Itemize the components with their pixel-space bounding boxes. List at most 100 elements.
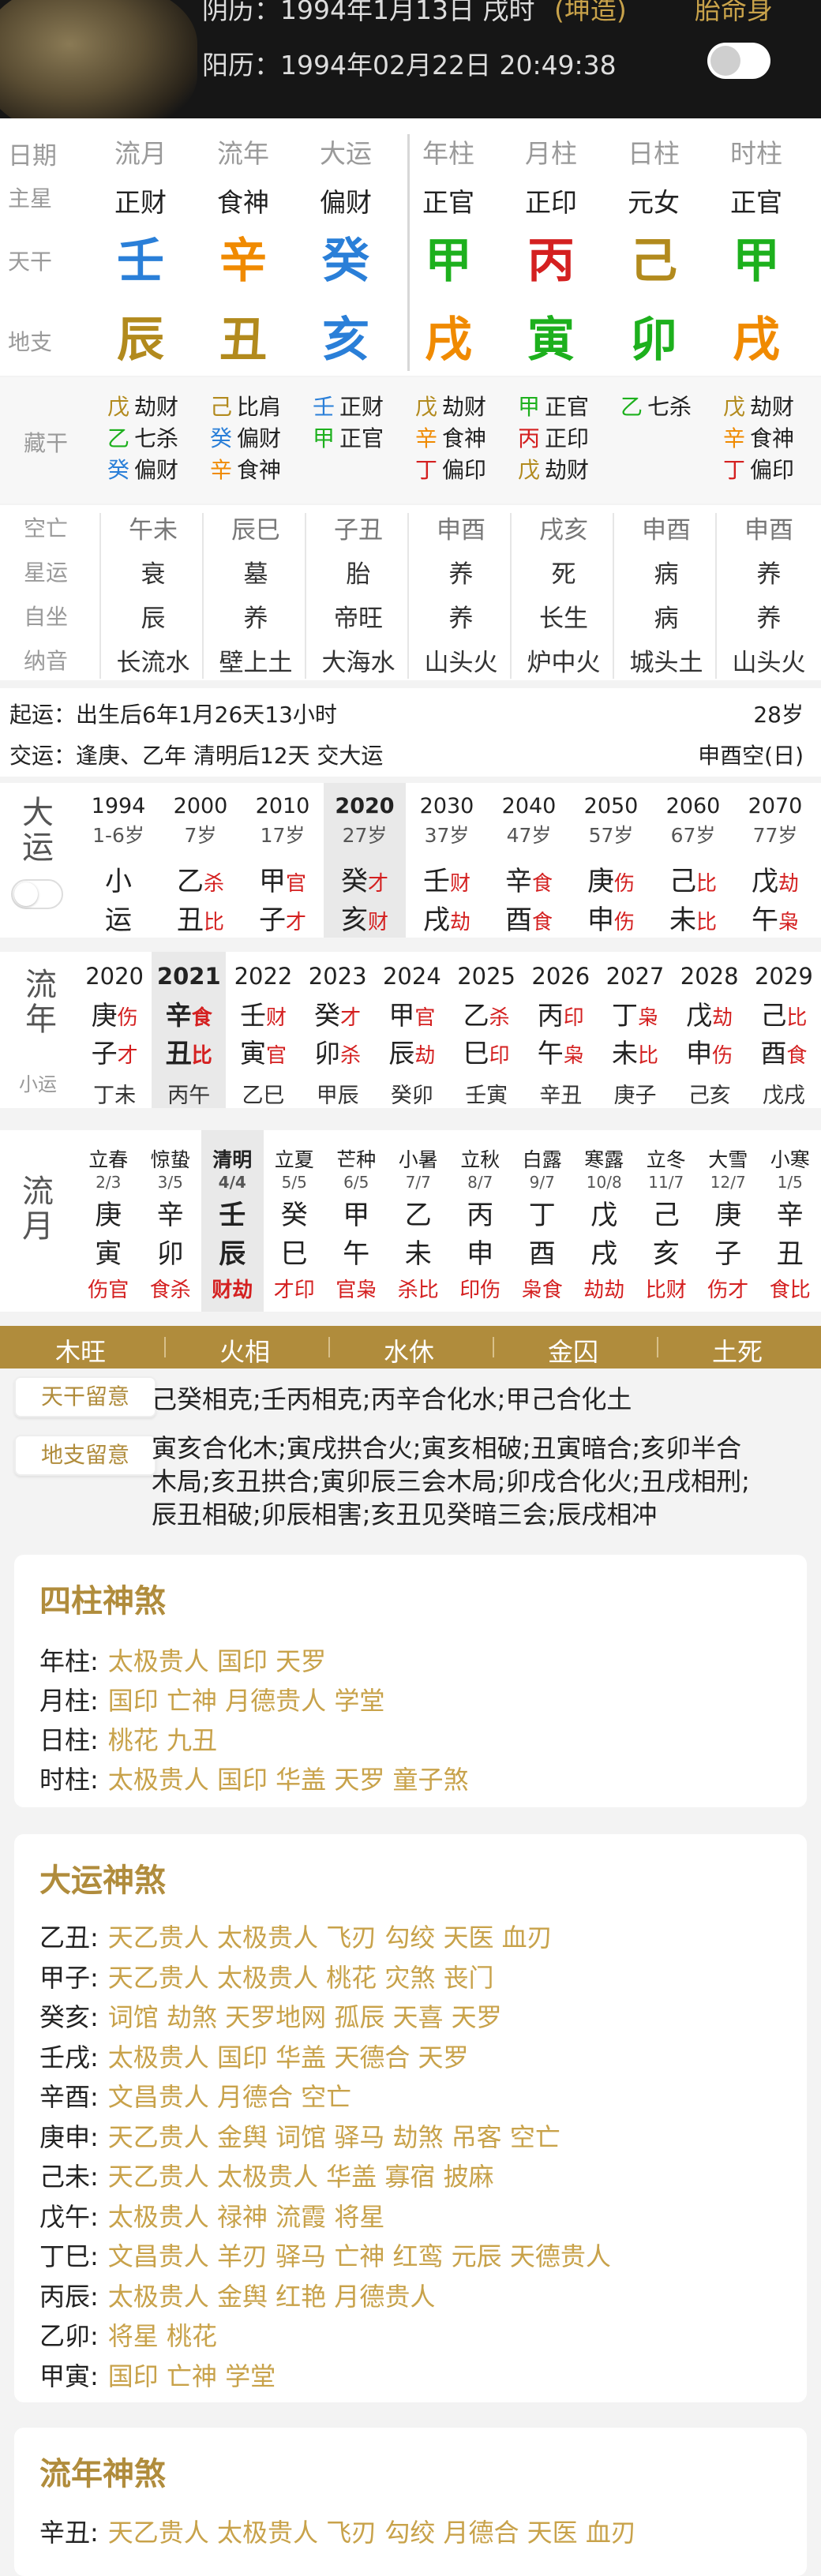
- liunian-column[interactable]: 2023 癸才 卯杀 甲辰: [301, 952, 375, 1108]
- liuyue-gan: 壬: [219, 1200, 246, 1231]
- liunian-column[interactable]: 2024 甲官 辰劫 癸卯: [375, 952, 449, 1108]
- canggan-item: 壬正财: [313, 390, 384, 421]
- dayun-column[interactable]: 2050 57岁 庚伤 申伤: [570, 783, 652, 938]
- liunian-shensha-card: 流年神煞 辛丑: 天乙贵人 太极贵人 飞刃 勾绞 月德合 天医 血刃: [14, 2428, 807, 2576]
- liuyue-jieqi: 白露: [522, 1148, 562, 1171]
- dayun-column[interactable]: 2000 7岁 乙杀 丑比: [159, 783, 242, 938]
- dayun-zhi: 子: [258, 904, 286, 936]
- dayun-year: 2030: [419, 794, 474, 818]
- pillar-zhuxing: 正官: [422, 187, 474, 218]
- dayun-zhi: 丑: [176, 904, 204, 936]
- liunian-zhi: 卯: [314, 1038, 341, 1069]
- liunian-column[interactable]: 2029 己比 酉食 戊戌: [747, 952, 821, 1108]
- dayun-gan: 癸: [340, 866, 368, 897]
- shensha-value: 文昌贵人 月德合 空亡: [107, 2082, 352, 2112]
- liuyue-zhi: 寅: [95, 1238, 122, 1270]
- shensha-row: 时柱: 太极贵人 国印 华盖 天罗 童子煞: [39, 1760, 469, 1796]
- header-toggle[interactable]: [707, 43, 770, 79]
- liuyue-shishen: 印伤: [459, 1279, 501, 1302]
- header-right-tag: 胎命身: [695, 0, 773, 25]
- canggan-gan: 丁: [415, 457, 438, 483]
- dayun-column[interactable]: 2060 67岁 己比 未比: [652, 783, 734, 938]
- liunian-column[interactable]: 2020 庚伤 子才 丁未: [77, 952, 152, 1108]
- liunian-column[interactable]: 2026 丙印 午枭 辛丑: [523, 952, 598, 1108]
- misc-divider: [407, 513, 409, 679]
- liuyue-column[interactable]: 立春 2/3 庚寅伤官: [77, 1130, 140, 1312]
- pillar-dizhi: 辰: [117, 313, 164, 368]
- canggan-gan: 癸: [107, 457, 130, 483]
- canggan-gan: 壬: [313, 394, 336, 420]
- dayun-zhi: 运: [105, 904, 132, 936]
- liuyue-zhi: 亥: [652, 1238, 680, 1270]
- liuyue-gan: 甲: [343, 1200, 370, 1231]
- liuyue-column[interactable]: 清明 4/4 壬辰财劫: [201, 1130, 264, 1312]
- liunian-column[interactable]: 2021 辛食 丑比 丙午: [152, 952, 227, 1108]
- liunian-gan: 丁: [611, 1000, 638, 1031]
- dizhi-liuyi-button[interactable]: 地支留意: [14, 1435, 156, 1476]
- liunian-column[interactable]: 2025 乙杀 巳印 壬寅: [449, 952, 523, 1108]
- pillar-tiangan: 丙: [527, 234, 575, 289]
- liuyue-column[interactable]: 寒露 10/8 戊戌劫劫: [573, 1130, 635, 1312]
- dayun-column[interactable]: 2030 37岁 壬财 戌劫: [406, 783, 488, 938]
- wuxing-divider: [328, 1337, 330, 1357]
- liunian-gan-row: 己比: [747, 994, 821, 1032]
- dayun-column[interactable]: 2040 47岁 辛食 酉食: [488, 783, 570, 938]
- misc-value: 子丑: [334, 516, 383, 545]
- dayun-zhi-shishen: 食: [531, 911, 553, 934]
- liuyue-column[interactable]: 惊蛰 3/5 辛卯食杀: [140, 1130, 202, 1312]
- canggan-item: 辛食神: [210, 453, 281, 485]
- liuyue-shishen: 官枭: [336, 1279, 377, 1302]
- liunian-gan-row: 甲官: [375, 994, 449, 1032]
- dayun-column[interactable]: 2070 77岁 戊劫 午枭: [734, 783, 816, 938]
- dayun-column[interactable]: 2020 27岁 癸才 亥财: [324, 783, 406, 938]
- shensha-value: 词馆 劫煞 天罗地网 孤辰 天喜 天罗: [107, 2002, 502, 2032]
- misc-value: 山头火: [424, 649, 498, 677]
- liuyue-date: 3/5: [157, 1173, 183, 1192]
- liuyue-gan: 己: [652, 1200, 680, 1231]
- liuyue-shishen: 食比: [769, 1279, 811, 1302]
- dayun-column[interactable]: 2010 17岁 甲官 子才: [242, 783, 324, 938]
- liunian-gan-row: 乙杀: [449, 994, 523, 1032]
- liuyue-column[interactable]: 白露 9/7 丁酉枭食: [512, 1130, 574, 1312]
- liuyue-column[interactable]: 小暑 7/7 乙未杀比: [388, 1130, 450, 1312]
- dayun-column[interactable]: 1994 1-6岁小运: [77, 783, 159, 938]
- canggan-shishen: 正官: [339, 425, 384, 451]
- shensha-value: 国印 亡神 学堂: [107, 2361, 276, 2391]
- pillar-dizhi: 亥: [322, 313, 369, 368]
- dayun-gan: 己: [669, 866, 696, 897]
- canggan-shishen: 偏财: [134, 457, 179, 483]
- liunian-gan-row: 丁枭: [598, 994, 672, 1032]
- liuyue-column[interactable]: 立秋 8/7 丙申印伤: [449, 1130, 512, 1312]
- liunian-column[interactable]: 2022 壬财 寅官 乙巳: [226, 952, 300, 1108]
- liuyue-column[interactable]: 大雪 12/7 庚子伤才: [697, 1130, 759, 1312]
- dayun-shensha-card: 大运神煞 乙丑: 天乙贵人 太极贵人 飞刃 勾绞 天医 血刃 甲子: 天乙贵人 太极贵…: [14, 1834, 807, 2402]
- liuyue-column[interactable]: 芒种 6/5 甲午官枭: [325, 1130, 388, 1312]
- dayun-gan-row: 戊劫: [734, 859, 816, 898]
- liuyue-zhi: 卯: [156, 1238, 184, 1270]
- jiaoyun-line: 交运：逢庚、乙年 清明后12天 交大运: [9, 743, 384, 769]
- liunian-column[interactable]: 2027 丁枭 未比 庚子: [598, 952, 672, 1108]
- misc-value: 养: [448, 560, 474, 589]
- pillar-zhuxing: 正印: [525, 187, 577, 218]
- dayun-gan: 小: [105, 866, 132, 897]
- liuyue-date: 9/7: [529, 1173, 555, 1192]
- pillars-table: 日期 主星 天干 地支 流月 正财壬辰 流年 食神辛丑 大运 偏财癸亥 年柱 正官甲戌 月柱 正印丙寅 日柱…: [0, 118, 821, 376]
- liuyue-column[interactable]: 立冬 11/7 己亥比财: [635, 1130, 698, 1312]
- tiangan-liuyi-button[interactable]: 天干留意: [14, 1376, 156, 1417]
- misc-value: 午未: [129, 516, 178, 545]
- liuyue-column[interactable]: 立夏 5/5 癸巳才印: [264, 1130, 326, 1312]
- shensha-value: 文昌贵人 羊刃 驿马 亡神 红鸾 元辰 天德贵人: [107, 2241, 611, 2271]
- liunian-zhi-shishen: 枭: [563, 1044, 584, 1068]
- pillar-header: 月柱: [525, 138, 577, 169]
- liunian-column[interactable]: 2028 戊劫 申伤 己亥: [673, 952, 747, 1108]
- misc-label: 纳音: [24, 648, 69, 674]
- dayun-toggle[interactable]: [11, 879, 63, 909]
- dayun-zhi-row: 酉食: [488, 898, 570, 937]
- shensha-key: 甲子:: [39, 1962, 99, 1993]
- lunar-date: 阴历：1994年1月13日 戌时 (坤造): [202, 0, 627, 25]
- xiaoyun-value: 辛丑: [539, 1084, 583, 1108]
- row-label-dizhi: 地支: [8, 329, 53, 355]
- misc-value: 病: [654, 560, 679, 589]
- liuyue-column[interactable]: 小寒 1/5 辛丑食比: [759, 1130, 821, 1312]
- misc-value: 城头土: [629, 649, 703, 677]
